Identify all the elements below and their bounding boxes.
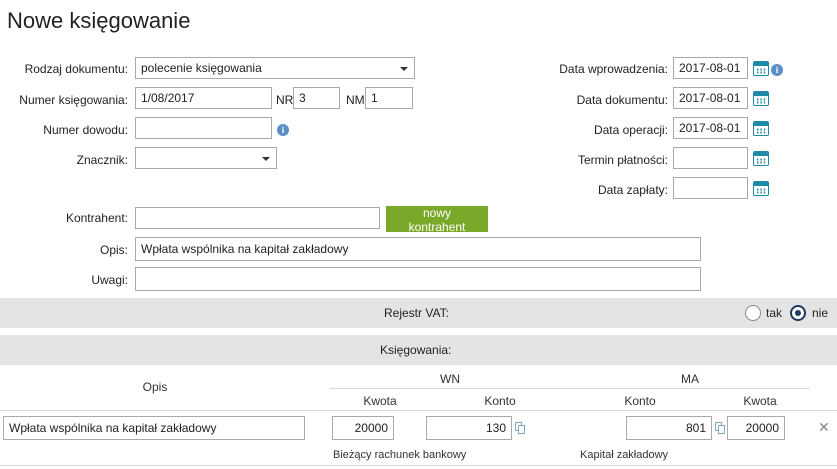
vat-nie-radio[interactable] xyxy=(790,305,806,321)
vat-nie-label: nie xyxy=(812,306,829,320)
rodzaj-dokumentu-value: polecenie księgowania xyxy=(141,61,262,75)
col-wn-konto-header: Konto xyxy=(484,394,516,408)
info-icon[interactable]: i xyxy=(771,64,783,76)
vat-tak-label: tak xyxy=(766,306,783,320)
page-title: Nowe księgowanie xyxy=(7,8,191,33)
opis-input[interactable] xyxy=(135,237,701,261)
data-operacji-label: Data operacji: xyxy=(593,123,668,137)
row-wn-konto-input[interactable] xyxy=(426,416,512,440)
col-opis-header: Opis xyxy=(142,380,168,394)
col-wn-kwota-header: Kwota xyxy=(363,394,397,408)
wn-konto-name: Bieżący rachunek bankowy xyxy=(333,449,467,461)
data-wprowadzenia-input[interactable] xyxy=(673,57,748,79)
rodzaj-dokumentu-label: Rodzaj dokumentu: xyxy=(24,62,128,76)
calendar-icon[interactable] xyxy=(753,151,769,166)
calendar-icon[interactable] xyxy=(753,121,769,136)
data-zaplaty-input[interactable] xyxy=(673,177,748,199)
table-header-divider xyxy=(0,410,837,411)
chevron-down-icon xyxy=(262,157,270,161)
znacznik-label: Znacznik: xyxy=(76,153,128,167)
znacznik-select[interactable] xyxy=(135,147,277,169)
termin-platnosci-label: Termin płatności: xyxy=(577,153,668,167)
numer-dowodu-label: Numer dowodu: xyxy=(43,123,128,137)
row-wn-kwota-input[interactable] xyxy=(332,416,394,440)
info-icon[interactable]: i xyxy=(277,124,289,136)
ksiegowania-label: Księgowania: xyxy=(380,343,452,357)
rejestr-vat-label: Rejestr VAT: xyxy=(384,306,449,320)
table-bottom-divider xyxy=(0,465,837,466)
kontrahent-input[interactable] xyxy=(135,207,380,229)
data-operacji-input[interactable] xyxy=(673,117,748,139)
ma-konto-name: Kapitał zakładowy xyxy=(580,449,669,461)
kontrahent-label: Kontrahent: xyxy=(65,211,128,225)
calendar-icon[interactable] xyxy=(753,181,769,196)
header-divider xyxy=(330,388,810,389)
termin-platnosci-input[interactable] xyxy=(673,147,748,169)
col-ma-header: MA xyxy=(681,372,699,386)
data-dokumentu-input[interactable] xyxy=(673,87,748,109)
chevron-down-icon xyxy=(400,67,408,71)
copy-icon[interactable] xyxy=(515,422,525,434)
data-zaplaty-label: Data zapłaty: xyxy=(597,183,668,197)
data-dokumentu-label: Data dokumentu: xyxy=(576,93,668,107)
row-ma-konto-input[interactable] xyxy=(626,416,712,440)
calendar-icon[interactable] xyxy=(753,61,769,76)
col-wn-header: WN xyxy=(440,372,460,386)
numer-ksiegowania-label: Numer księgowania: xyxy=(19,93,128,107)
calendar-icon[interactable] xyxy=(753,91,769,106)
vat-tak-radio[interactable] xyxy=(745,305,761,321)
uwagi-label: Uwagi: xyxy=(91,273,128,287)
nr-input[interactable] xyxy=(293,87,340,109)
numer-ksiegowania-input[interactable] xyxy=(135,87,272,109)
row-ma-kwota-input[interactable] xyxy=(727,416,785,440)
col-ma-konto-header: Konto xyxy=(624,394,656,408)
row-opis-input[interactable] xyxy=(3,416,305,440)
close-icon[interactable]: ✕ xyxy=(818,419,830,436)
rodzaj-dokumentu-select[interactable]: polecenie księgowania xyxy=(135,57,415,79)
numer-dowodu-input[interactable] xyxy=(135,117,272,139)
copy-icon[interactable] xyxy=(715,422,725,434)
nowy-kontrahent-button[interactable]: nowy kontrahent xyxy=(386,206,488,234)
nm-input[interactable] xyxy=(365,87,413,109)
opis-label: Opis: xyxy=(99,243,128,257)
col-ma-kwota-header: Kwota xyxy=(743,394,777,408)
data-wprowadzenia-label: Data wprowadzenia: xyxy=(559,62,668,76)
uwagi-input[interactable] xyxy=(135,267,701,291)
